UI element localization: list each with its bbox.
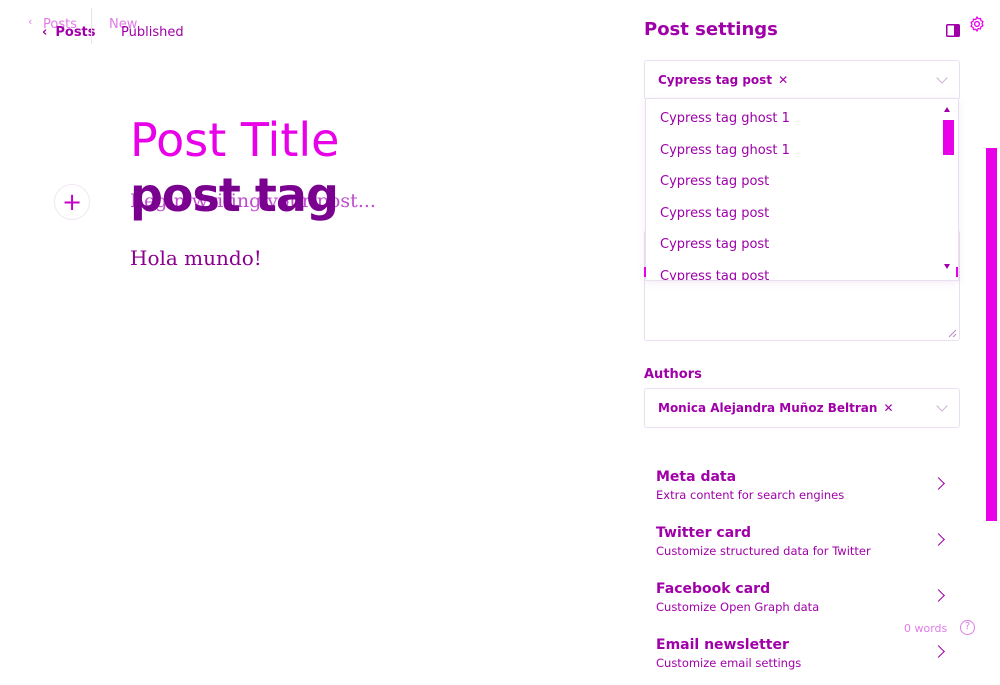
tag-option[interactable]: Cypress tag post — [660, 237, 769, 252]
scroll-up-icon[interactable] — [944, 107, 950, 112]
scroll-down-icon[interactable] — [944, 264, 950, 269]
back-link[interactable]: ‹ Posts — [42, 25, 96, 40]
tag-option[interactable]: Cypress tag post — [660, 206, 769, 221]
field-edge-marker — [956, 267, 958, 277]
settings-link-row[interactable]: Email newsletter Customize email settings — [644, 637, 958, 685]
status-label: Published — [121, 25, 184, 40]
author-token-label: Monica Alejandra Muñoz Beltran — [658, 401, 878, 415]
settings-link-subtitle: Customize structured data for Twitter — [656, 544, 871, 558]
tags-select[interactable]: Cypress tag post ✕ — [644, 60, 960, 100]
settings-link-row[interactable]: Twitter card Customize structured data fo… — [644, 525, 958, 573]
tag-token: Cypress tag post ✕ — [658, 73, 788, 87]
tag-option[interactable]: Cypress tag post — [660, 269, 769, 281]
dropdown-scrollbar-thumb[interactable] — [943, 120, 954, 155]
chevron-down-icon[interactable] — [936, 400, 948, 412]
back-chevron-ghost-icon: ‹ — [28, 15, 33, 28]
settings-link-title: Meta data — [656, 469, 737, 485]
chevron-right-icon — [932, 645, 945, 658]
field-edge-marker — [644, 267, 646, 277]
settings-link-row[interactable]: Meta data Extra content for search engine… — [644, 469, 958, 517]
chevron-right-icon — [932, 533, 945, 546]
settings-link-title: Facebook card — [656, 581, 771, 597]
chevron-right-icon — [932, 477, 945, 490]
post-title-placeholder: Post Title — [130, 113, 340, 167]
tags-dropdown: Cypress tag ghost 1 Cypress tag ghost 1 Cy… — [645, 98, 959, 281]
settings-panel-title: Post settings — [644, 19, 778, 40]
panel-scrollbar[interactable] — [986, 148, 997, 521]
sidebar-toggle-icon — [946, 24, 960, 37]
chevron-right-icon — [932, 589, 945, 602]
remove-tag-icon[interactable]: ✕ — [778, 73, 788, 87]
gear-icon — [970, 16, 984, 32]
tag-option[interactable]: Cypress tag ghost 1 — [660, 143, 790, 158]
authors-select[interactable]: Monica Alejandra Muñoz Beltran ✕ — [644, 388, 960, 428]
word-count: 0 words — [904, 622, 948, 635]
settings-link-subtitle: Customize Open Graph data — [656, 600, 820, 614]
header-divider — [91, 8, 92, 44]
authors-label: Authors — [644, 367, 702, 382]
resize-handle-icon[interactable] — [948, 329, 957, 338]
tag-token-label: Cypress tag post — [658, 73, 773, 87]
remove-author-icon[interactable]: ✕ — [883, 401, 893, 415]
back-link-label: Posts — [55, 25, 96, 40]
chevron-down-icon[interactable] — [936, 72, 948, 84]
help-icon: ? — [964, 621, 971, 632]
tag-option[interactable]: Cypress tag post — [660, 174, 769, 189]
author-token: Monica Alejandra Muñoz Beltran ✕ — [658, 401, 894, 415]
sidebar-toggle-button[interactable] — [946, 22, 960, 37]
add-card-button[interactable]: + — [54, 184, 90, 220]
post-title-input[interactable]: post tag — [130, 168, 339, 222]
gear-button[interactable] — [968, 15, 986, 33]
settings-link-subtitle: Extra content for search engines — [656, 488, 845, 502]
plus-icon: + — [61, 188, 83, 216]
post-body-paragraph[interactable]: Hola mundo! — [130, 246, 262, 270]
chevron-left-icon: ‹ — [42, 25, 48, 40]
settings-link-subtitle: Customize email settings — [656, 656, 802, 670]
settings-link-title: Email newsletter — [656, 637, 789, 653]
settings-link-title: Twitter card — [656, 525, 752, 541]
help-button[interactable]: ? — [960, 620, 975, 635]
tag-option[interactable]: Cypress tag ghost 1 — [660, 111, 790, 126]
